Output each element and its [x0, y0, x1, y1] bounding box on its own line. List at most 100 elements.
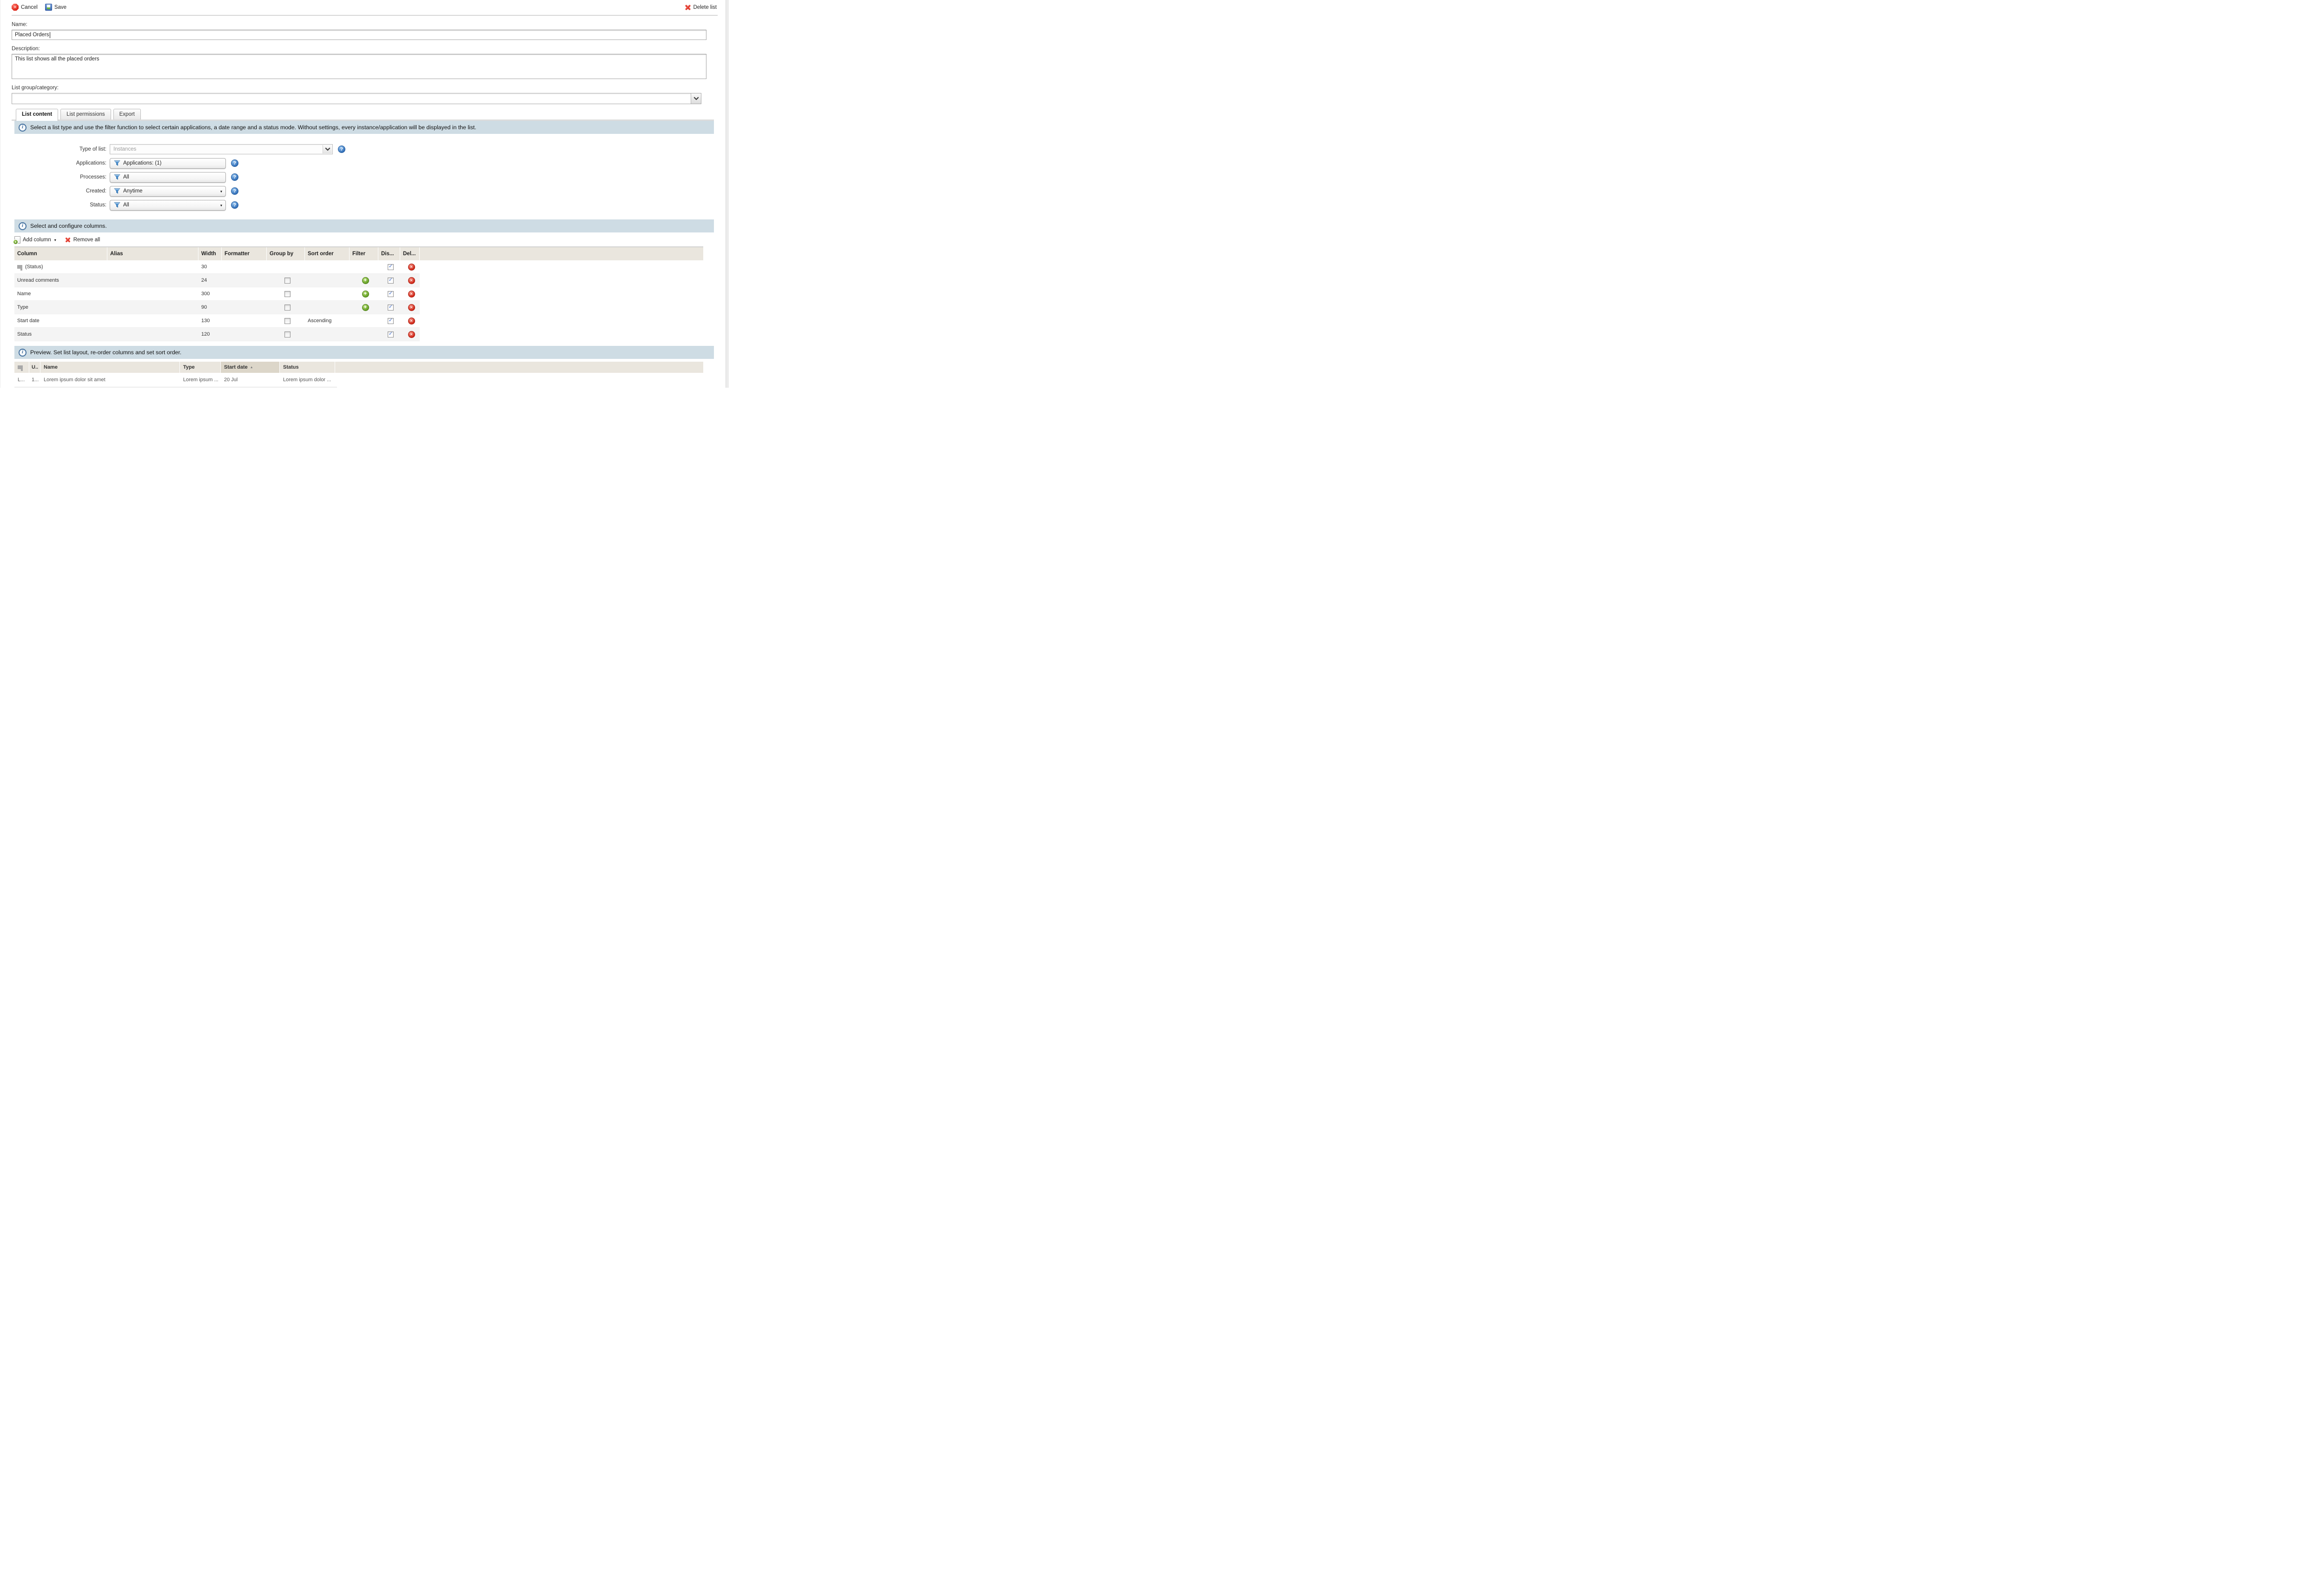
- delete-row-icon[interactable]: ✕: [408, 318, 415, 324]
- save-button[interactable]: Save: [45, 4, 66, 11]
- group-by-checkbox[interactable]: [284, 278, 290, 284]
- displayed-checkbox[interactable]: ✓: [388, 264, 394, 270]
- filter-funnel-icon: [114, 174, 120, 180]
- cancel-label: Cancel: [21, 5, 38, 10]
- preview-info-bar: i Preview. Set list layout, re-order col…: [14, 346, 714, 359]
- cell-alias: [107, 314, 198, 327]
- type-of-list-select[interactable]: Instances: [110, 144, 333, 154]
- table-row[interactable]: Type 90 + ✓ ✕: [14, 301, 420, 314]
- type-select-button[interactable]: [323, 145, 332, 153]
- save-label: Save: [54, 5, 66, 10]
- name-input[interactable]: Placed Orders: [12, 30, 706, 40]
- filter-funnel-icon: [114, 188, 120, 194]
- description-label: Description:: [12, 46, 718, 52]
- filter-funnel-icon: [114, 202, 120, 208]
- remove-all-button[interactable]: Remove all: [65, 237, 100, 243]
- processes-filter-button[interactable]: All: [110, 172, 226, 183]
- header-filter[interactable]: Filter: [350, 247, 378, 260]
- help-icon[interactable]: ?: [231, 201, 238, 209]
- help-icon[interactable]: ?: [338, 146, 345, 153]
- cell-alias: [107, 287, 198, 300]
- cell-sort: [305, 260, 350, 273]
- table-row[interactable]: (Status) 30 ✓ ✕: [14, 260, 420, 274]
- header-sort-order[interactable]: Sort order: [305, 247, 350, 260]
- displayed-checkbox[interactable]: ✓: [388, 318, 394, 324]
- help-icon[interactable]: ?: [231, 187, 238, 195]
- cell-width: 24: [198, 274, 222, 287]
- filter-funnel-icon: [114, 160, 120, 166]
- tab-list-permissions[interactable]: List permissions: [60, 109, 111, 119]
- preview-table-header: U.. Name Type Start date▲ Status: [14, 362, 703, 373]
- name-value: Placed Orders: [15, 32, 49, 38]
- add-column-button[interactable]: + Add column ▾: [14, 236, 56, 244]
- group-category-select[interactable]: [12, 93, 701, 104]
- list-item[interactable]: L... 1... Lorem ipsum dolor sit amet Lor…: [14, 373, 337, 387]
- header-alias[interactable]: Alias: [107, 247, 198, 260]
- displayed-checkbox[interactable]: ✓: [388, 278, 394, 284]
- delete-row-icon[interactable]: ✕: [408, 277, 415, 284]
- group-select-button[interactable]: [691, 93, 701, 104]
- cancel-button[interactable]: ✕ Cancel: [12, 4, 38, 11]
- delete-list-button[interactable]: Delete list: [685, 4, 717, 11]
- delete-row-icon[interactable]: ✕: [408, 264, 415, 271]
- delete-row-icon[interactable]: ✕: [408, 331, 415, 338]
- created-filter-dropdown[interactable]: Anytime ▾: [110, 186, 226, 197]
- displayed-checkbox[interactable]: ✓: [388, 305, 394, 311]
- header-group-by[interactable]: Group by: [267, 247, 305, 260]
- columns-info-bar: i Select and configure columns.: [14, 219, 714, 232]
- header-width[interactable]: Width: [198, 247, 222, 260]
- group-by-checkbox[interactable]: [284, 305, 290, 311]
- applications-filter-button[interactable]: Applications: (1): [110, 158, 226, 169]
- tab-export[interactable]: Export: [113, 109, 141, 119]
- status-filter-value: All: [123, 202, 129, 208]
- cell-column: Name: [14, 287, 107, 300]
- cell-column: (Status): [25, 264, 43, 270]
- group-by-checkbox[interactable]: [284, 291, 290, 297]
- table-row[interactable]: Status 120 ✓ ✕: [14, 328, 420, 341]
- vertical-scrollbar[interactable]: [726, 0, 729, 388]
- group-label: List group/category:: [12, 85, 718, 91]
- description-textarea[interactable]: This list shows all the placed orders: [12, 54, 706, 79]
- type-of-list-value: Instances: [110, 146, 136, 152]
- info-icon: i: [19, 222, 26, 230]
- preview-header-type[interactable]: Type: [180, 362, 221, 373]
- header-formatter[interactable]: Formatter: [222, 247, 267, 260]
- header-delete[interactable]: Del...: [400, 247, 420, 260]
- add-filter-icon[interactable]: +: [362, 304, 369, 311]
- preview-header-flag[interactable]: [14, 362, 29, 373]
- preview-header-unread[interactable]: U..: [29, 362, 40, 373]
- cell-sort: [305, 274, 350, 287]
- processes-filter-value: All: [123, 174, 129, 180]
- cell-width: 120: [198, 328, 222, 341]
- list-item[interactable]: C... 2... Consectetur adipiscing elit Co…: [14, 387, 337, 388]
- table-row[interactable]: Unread comments 24 + ✓ ✕: [14, 274, 420, 287]
- add-filter-icon[interactable]: +: [362, 277, 369, 284]
- info-icon: i: [19, 349, 26, 357]
- status-filter-dropdown[interactable]: All ▾: [110, 200, 226, 211]
- group-by-checkbox[interactable]: [284, 331, 290, 338]
- table-row[interactable]: Name 300 + ✓ ✕: [14, 287, 420, 301]
- remove-all-icon: [65, 237, 71, 243]
- delete-row-icon[interactable]: ✕: [408, 304, 415, 311]
- tab-list-content[interactable]: List content: [16, 109, 58, 121]
- info-icon: i: [19, 124, 26, 132]
- header-displayed[interactable]: Dis...: [378, 247, 400, 260]
- displayed-checkbox[interactable]: ✓: [388, 291, 394, 297]
- cell-sort: [305, 301, 350, 314]
- preview-header-start-date[interactable]: Start date▲: [221, 362, 280, 373]
- table-row[interactable]: Start date 130 Ascending ✓ ✕: [14, 314, 420, 328]
- preview-header-status[interactable]: Status: [280, 362, 335, 373]
- preview-header-name[interactable]: Name: [40, 362, 180, 373]
- columns-toolbar: + Add column ▾ Remove all: [14, 236, 729, 244]
- header-column[interactable]: Column: [14, 247, 107, 260]
- displayed-checkbox[interactable]: ✓: [388, 331, 394, 338]
- delete-row-icon[interactable]: ✕: [408, 291, 415, 298]
- cell-width: 30: [198, 260, 222, 273]
- cell-alias: [107, 260, 198, 273]
- help-icon[interactable]: ?: [231, 159, 238, 167]
- group-by-checkbox[interactable]: [284, 318, 290, 324]
- add-filter-icon[interactable]: +: [362, 291, 369, 298]
- preview-header-filler: [335, 362, 703, 373]
- remove-all-label: Remove all: [73, 237, 100, 243]
- help-icon[interactable]: ?: [231, 173, 238, 181]
